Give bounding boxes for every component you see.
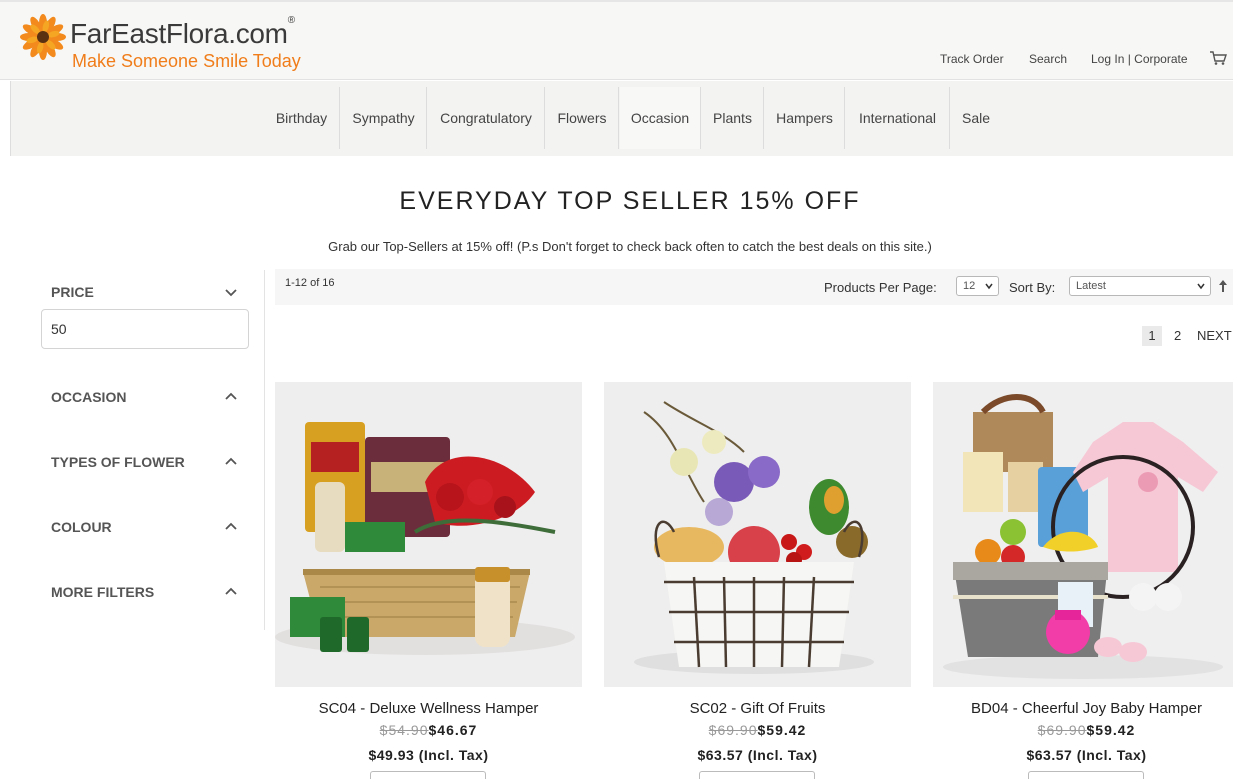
product-card[interactable]: BD04 - Cheerful Joy Baby Hamper $69.90$5… xyxy=(933,382,1233,779)
price-incl-tax: $49.93 (Incl. Tax) xyxy=(368,747,489,763)
chevron-down-icon xyxy=(985,283,993,290)
chevron-down-icon[interactable] xyxy=(223,284,239,300)
original-price: $69.90 xyxy=(1037,722,1087,738)
logo-tagline: Make Someone Smile Today xyxy=(72,51,301,71)
product-price-line: $69.90$59.42 xyxy=(933,722,1233,738)
original-price: $69.90 xyxy=(708,722,758,738)
product-name[interactable]: SC04 - Deluxe Wellness Hamper xyxy=(275,700,582,717)
filter-colour-title[interactable]: COLOUR xyxy=(51,519,112,535)
chevron-up-icon[interactable] xyxy=(223,453,239,469)
nav-hampers[interactable]: Hampers xyxy=(765,87,845,149)
per-page-select[interactable]: 12 xyxy=(956,276,999,296)
add-to-cart-button[interactable] xyxy=(699,771,815,779)
product-name[interactable]: BD04 - Cheerful Joy Baby Hamper xyxy=(933,700,1233,717)
nav-birthday[interactable]: Birthday xyxy=(264,87,340,149)
price-incl-tax: $63.57 (Incl. Tax) xyxy=(697,747,818,763)
product-name[interactable]: SC02 - Gift Of Fruits xyxy=(604,700,911,717)
search-link[interactable]: Search xyxy=(1029,52,1067,66)
add-to-cart-button[interactable] xyxy=(1028,771,1144,779)
filter-occasion-title[interactable]: OCCASION xyxy=(51,389,126,405)
hamper-image xyxy=(275,382,582,687)
product-image-baby-hamper[interactable] xyxy=(933,382,1233,687)
per-page-value: 12 xyxy=(963,280,976,292)
fruit-basket-image xyxy=(604,382,911,687)
nav-sale[interactable]: Sale xyxy=(951,87,1001,149)
logo-wordmark: FarEastFlora.com® xyxy=(70,14,295,49)
filter-more-title[interactable]: MORE FILTERS xyxy=(51,584,154,600)
site-header: FarEastFlora.com® Make Someone Smile Tod… xyxy=(0,0,1233,80)
product-price-line: $54.90$46.67 xyxy=(275,722,582,738)
nav-flowers[interactable]: Flowers xyxy=(546,87,619,149)
add-to-cart-button[interactable] xyxy=(370,771,486,779)
sale-price: $59.42 xyxy=(757,722,807,738)
sort-select[interactable]: Latest xyxy=(1069,276,1211,296)
chevron-up-icon[interactable] xyxy=(223,518,239,534)
next-page-link[interactable]: NEXT xyxy=(1197,326,1232,346)
nav-congratulatory[interactable]: Congratulatory xyxy=(428,87,545,149)
price-input[interactable] xyxy=(41,309,249,349)
nav-international[interactable]: International xyxy=(846,87,950,149)
product-card[interactable]: SC02 - Gift Of Fruits $69.90$59.42 $63.5… xyxy=(604,382,911,779)
chevron-up-icon[interactable] xyxy=(223,388,239,404)
gerbera-flower-icon xyxy=(20,14,66,60)
filter-sidebar: PRICE OCCASION TYPES OF FLOWER COLOUR MO… xyxy=(0,270,265,630)
product-price-line: $69.90$59.42 xyxy=(604,722,911,738)
price-incl-tax: $63.57 (Incl. Tax) xyxy=(1026,747,1147,763)
product-image-gift-of-fruits[interactable] xyxy=(604,382,911,687)
page-title: EVERYDAY TOP SELLER 15% OFF xyxy=(399,187,861,215)
sale-price: $59.42 xyxy=(1086,722,1136,738)
sort-value: Latest xyxy=(1076,280,1106,292)
sort-label: Sort By: xyxy=(1009,280,1056,295)
nav-plants[interactable]: Plants xyxy=(702,87,764,149)
original-price: $54.90 xyxy=(379,722,429,738)
main-nav: Birthday Sympathy Congratulatory Flowers… xyxy=(10,81,1233,156)
shopping-cart-icon[interactable] xyxy=(1209,50,1227,66)
chevron-up-icon[interactable] xyxy=(223,583,239,599)
listing-toolbar: 1-12 of 16 Products Per Page: 12 Sort By… xyxy=(275,269,1233,305)
baby-hamper-image xyxy=(933,382,1233,687)
site-logo[interactable]: FarEastFlora.com® Make Someone Smile Tod… xyxy=(20,14,350,74)
filter-flower-type-title[interactable]: TYPES OF FLOWER xyxy=(51,454,185,470)
filter-price-title[interactable]: PRICE xyxy=(51,284,94,300)
sort-direction-arrow-icon[interactable] xyxy=(1217,279,1229,293)
page-1-link[interactable]: 1 xyxy=(1142,326,1162,346)
result-count: 1-12 of 16 xyxy=(285,277,335,289)
nav-occasion[interactable]: Occasion xyxy=(620,87,701,149)
chevron-down-icon xyxy=(1197,283,1205,290)
track-order-link[interactable]: Track Order xyxy=(940,52,1004,66)
sale-price: $46.67 xyxy=(428,722,478,738)
product-image-wellness-hamper[interactable] xyxy=(275,382,582,687)
page-2-link[interactable]: 2 xyxy=(1174,326,1181,346)
product-card[interactable]: SC04 - Deluxe Wellness Hamper $54.90$46.… xyxy=(275,382,582,779)
page-subtitle: Grab our Top-Sellers at 15% off! (P.s Do… xyxy=(328,239,932,254)
per-page-label: Products Per Page: xyxy=(824,280,937,295)
login-corporate-link[interactable]: Log In | Corporate xyxy=(1091,52,1188,66)
nav-sympathy[interactable]: Sympathy xyxy=(341,87,427,149)
